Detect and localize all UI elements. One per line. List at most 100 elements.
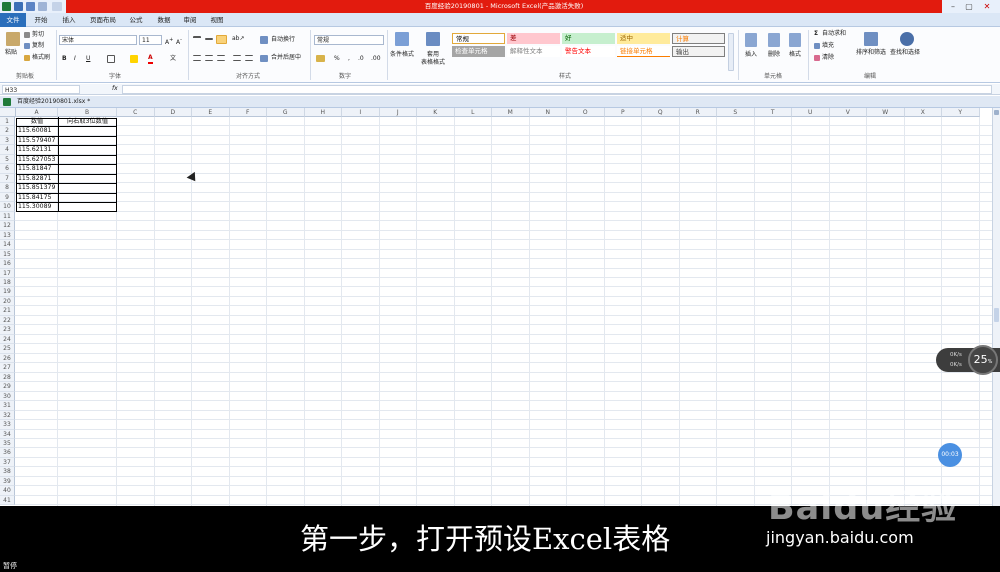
row-header-29[interactable]: 29: [0, 382, 15, 392]
file-tab[interactable]: 文件: [0, 13, 26, 27]
save-icon[interactable]: [14, 2, 23, 11]
percent-button[interactable]: %: [334, 55, 340, 63]
row-header-31[interactable]: 31: [0, 401, 15, 411]
row-header-37[interactable]: 37: [0, 457, 15, 468]
align-center-icon[interactable]: [205, 55, 213, 61]
column-header-o[interactable]: O: [567, 108, 605, 117]
style-check-cell[interactable]: 检查单元格: [452, 46, 505, 57]
align-right-icon[interactable]: [217, 55, 225, 61]
row-header-18[interactable]: 18: [0, 277, 15, 288]
insert-cells-icon[interactable]: [745, 33, 757, 47]
tab-data[interactable]: 数据: [154, 13, 174, 27]
italic-button[interactable]: I: [74, 55, 76, 63]
column-header-w[interactable]: W: [867, 108, 905, 117]
row-header-21[interactable]: 21: [0, 306, 15, 316]
delete-cells-label[interactable]: 删除: [768, 51, 780, 59]
format-as-table-label[interactable]: 套用 表格格式: [418, 51, 448, 67]
close-icon[interactable]: ✕: [980, 1, 994, 12]
recording-timer[interactable]: 00:03: [938, 443, 962, 467]
row-header-1[interactable]: 1: [0, 117, 15, 127]
tab-home[interactable]: 开始: [31, 13, 51, 27]
column-header-i[interactable]: I: [342, 108, 380, 117]
column-header-r[interactable]: R: [679, 108, 717, 117]
row-header-16[interactable]: 16: [0, 259, 15, 269]
column-header-n[interactable]: N: [529, 108, 567, 117]
find-select-label[interactable]: 查找和选择: [890, 49, 920, 57]
column-header-s[interactable]: S: [717, 108, 755, 117]
style-explanatory[interactable]: 解释性文本: [507, 46, 560, 57]
column-header-c[interactable]: C: [117, 108, 155, 117]
column-header-m[interactable]: M: [492, 108, 530, 117]
row-header-19[interactable]: 19: [0, 287, 15, 297]
column-header-d[interactable]: D: [154, 108, 192, 117]
vertical-scrollbar[interactable]: [992, 108, 1000, 506]
format-painter-label[interactable]: 格式刷: [32, 54, 50, 62]
cut-icon[interactable]: [24, 32, 30, 38]
column-header-x[interactable]: X: [904, 108, 942, 117]
style-warning[interactable]: 警告文本: [562, 46, 615, 57]
format-cells-label[interactable]: 格式: [789, 51, 801, 59]
wrap-text-label[interactable]: 自动换行: [271, 36, 295, 44]
paste-label[interactable]: 粘贴: [5, 49, 17, 57]
row-header-33[interactable]: 33: [0, 420, 15, 430]
cut-label[interactable]: 剪切: [32, 31, 44, 39]
column-header-u[interactable]: U: [792, 108, 830, 117]
column-header-g[interactable]: G: [267, 108, 305, 117]
row-header-2[interactable]: 2: [0, 126, 15, 136]
increase-decimal-icon[interactable]: .0: [358, 55, 364, 63]
autosum-label[interactable]: 自动求和: [822, 30, 846, 38]
row-header-20[interactable]: 20: [0, 296, 15, 307]
style-neutral[interactable]: 适中: [617, 33, 670, 44]
row-header-11[interactable]: 11: [0, 211, 15, 222]
clear-label[interactable]: 清除: [822, 54, 834, 62]
style-normal[interactable]: 常规: [452, 33, 505, 44]
tab-formulas[interactable]: 公式: [126, 13, 146, 27]
bold-button[interactable]: B: [62, 55, 67, 63]
row-header-22[interactable]: 22: [0, 315, 15, 326]
scroll-thumb[interactable]: [994, 308, 999, 322]
column-header-f[interactable]: F: [229, 108, 267, 117]
workbook-tab[interactable]: 百度经验20190801.xlsx *: [17, 98, 90, 106]
function-icon[interactable]: fx: [112, 85, 118, 93]
copy-label[interactable]: 复制: [32, 42, 44, 50]
underline-button[interactable]: U: [86, 55, 90, 63]
row-header-25[interactable]: 25: [0, 344, 15, 354]
column-header-y[interactable]: Y: [942, 108, 980, 117]
format-painter-icon[interactable]: [24, 55, 30, 61]
tab-page-layout[interactable]: 页面布局: [86, 13, 120, 27]
font-name-select[interactable]: 宋体: [59, 35, 137, 45]
column-header-v[interactable]: V: [829, 108, 867, 117]
format-as-table-icon[interactable]: [426, 32, 440, 46]
merge-center-icon[interactable]: [260, 55, 268, 62]
find-select-icon[interactable]: [900, 32, 914, 46]
row-header-41[interactable]: 41: [0, 495, 15, 506]
tab-review[interactable]: 审阅: [180, 13, 200, 27]
row-header-26[interactable]: 26: [0, 353, 15, 364]
row-header-15[interactable]: 15: [0, 249, 15, 260]
spreadsheet-grid[interactable]: ABCDEFGHIJKLMNOPQRSTUVWXY 1 2 3 4 5 6 7 8 9 10 11 1…: [0, 108, 992, 506]
style-bad[interactable]: 差: [507, 33, 560, 44]
row-header-4[interactable]: 4: [0, 145, 15, 155]
row-header-3[interactable]: 3: [0, 135, 15, 146]
format-cells-icon[interactable]: [789, 33, 801, 47]
increase-indent-icon[interactable]: [245, 55, 253, 61]
conditional-format-icon[interactable]: [395, 32, 409, 46]
column-header-a[interactable]: A: [16, 108, 58, 117]
scroll-up-icon[interactable]: [994, 110, 999, 115]
row-header-13[interactable]: 13: [0, 230, 15, 241]
borders-icon[interactable]: [107, 55, 115, 63]
column-header-j[interactable]: J: [379, 108, 417, 117]
column-header-b[interactable]: B: [58, 108, 117, 117]
row-header-28[interactable]: 28: [0, 372, 15, 383]
name-box[interactable]: H33: [2, 85, 80, 94]
minimize-icon[interactable]: –: [946, 1, 960, 12]
align-bottom-icon[interactable]: [216, 35, 227, 44]
row-header-35[interactable]: 35: [0, 438, 15, 449]
row-header-12[interactable]: 12: [0, 221, 15, 231]
fill-label[interactable]: 填充: [822, 42, 834, 50]
row-header-34[interactable]: 34: [0, 429, 15, 439]
comma-button[interactable]: ,: [348, 55, 350, 63]
autosum-icon[interactable]: Σ: [814, 30, 818, 38]
row-header-17[interactable]: 17: [0, 268, 15, 278]
row-header-38[interactable]: 38: [0, 467, 15, 477]
